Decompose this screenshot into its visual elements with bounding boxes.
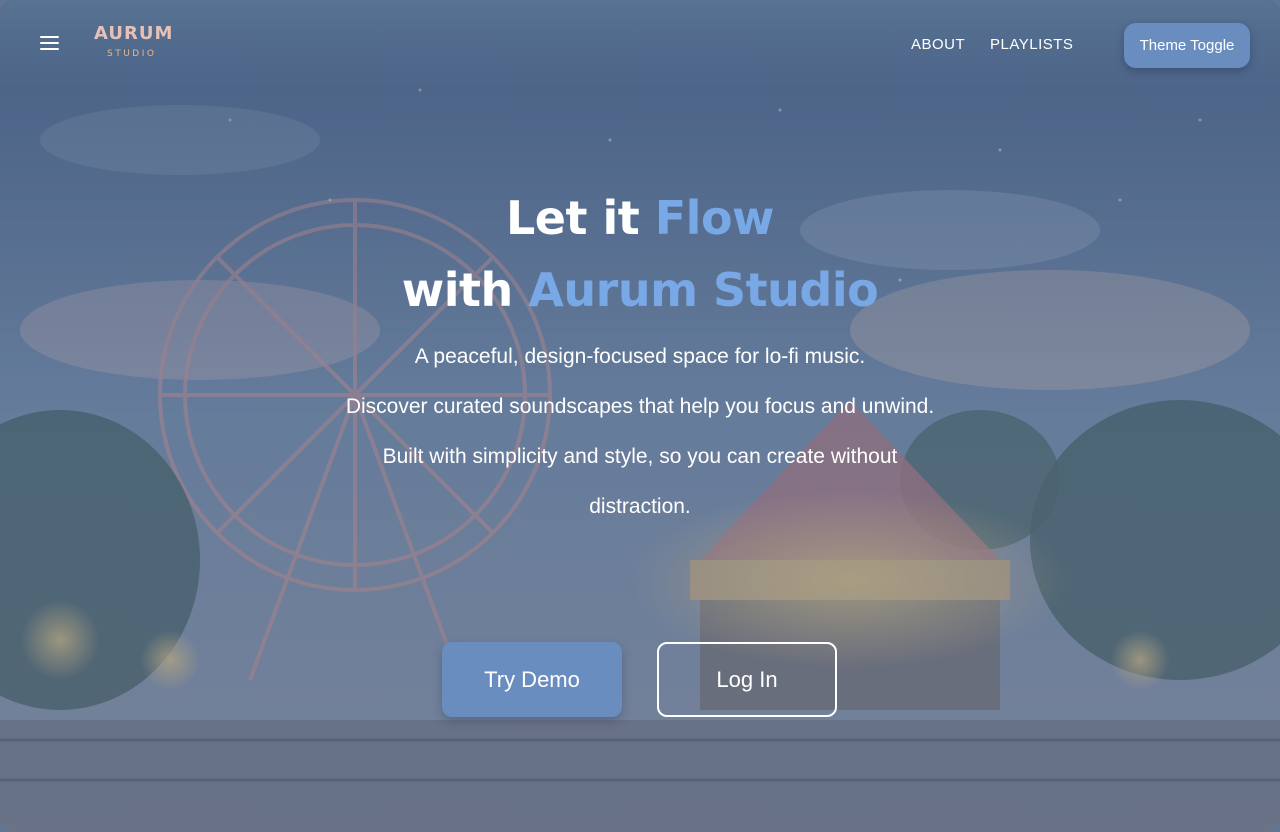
logo[interactable]: AURUM STUDIO: [94, 23, 174, 64]
hero-title: Let it Flow with Aurum Studio: [0, 182, 1280, 326]
hero-description: A peaceful, design-focused space for lo-…: [340, 332, 940, 532]
hero-description-line: Discover curated soundscapes that help y…: [345, 395, 935, 418]
hero-title-line-1: Let it Flow: [0, 182, 1280, 254]
menu-bar: [40, 36, 59, 38]
hero-title-highlight-1: Flow: [654, 191, 775, 245]
hero-description-line: Built with simplicity and style, so you …: [382, 445, 898, 518]
hero-title-prefix-2: with: [401, 263, 529, 317]
theme-toggle-button[interactable]: Theme Toggle: [1124, 23, 1250, 68]
try-demo-button[interactable]: Try Demo: [442, 642, 622, 717]
top-navigation: AURUM STUDIO ABOUT PLAYLISTS Theme Toggl…: [0, 0, 1280, 90]
hero-title-highlight-2: Aurum Studio: [528, 263, 879, 317]
hamburger-menu-icon[interactable]: [40, 34, 62, 52]
hero-title-line-2: with Aurum Studio: [0, 254, 1280, 326]
nav-link-about[interactable]: ABOUT: [911, 36, 965, 53]
menu-bar: [40, 42, 59, 44]
page-frame: AURUM STUDIO ABOUT PLAYLISTS Theme Toggl…: [0, 0, 1280, 832]
log-in-button[interactable]: Log In: [657, 642, 837, 717]
logo-sub-text: STUDIO: [107, 49, 157, 59]
menu-bar: [40, 48, 59, 50]
logo-main-text: AURUM: [94, 23, 174, 44]
hero-title-prefix-1: Let it: [505, 191, 655, 245]
nav-link-playlists[interactable]: PLAYLISTS: [990, 36, 1073, 53]
hero-description-line: A peaceful, design-focused space for lo-…: [414, 345, 866, 368]
